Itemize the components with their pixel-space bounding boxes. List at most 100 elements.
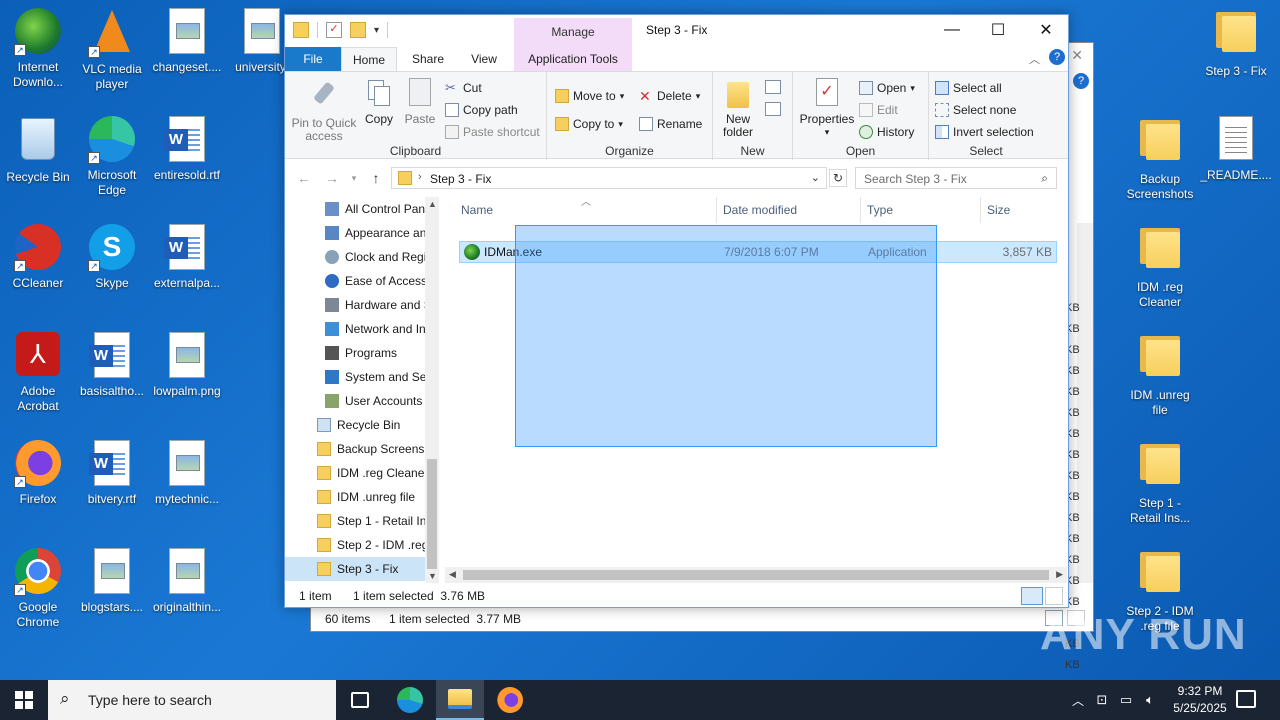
desktop-icon-step1[interactable]: Step 1 - Retail Ins...: [1122, 440, 1198, 526]
desktop-icon-changeset[interactable]: changeset....: [149, 8, 225, 75]
copy-path-button[interactable]: Copy path: [445, 100, 518, 120]
notifications-icon[interactable]: [1236, 690, 1256, 708]
manage-tab[interactable]: Manage: [514, 18, 632, 48]
breadcrumb[interactable]: Step 3 - Fix: [430, 172, 491, 186]
nav-item[interactable]: Clock and Region: [285, 245, 425, 269]
desktop-icon-idm[interactable]: ↗ Internet Downlo...: [0, 8, 76, 90]
paste-shortcut-button[interactable]: Paste shortcut: [445, 122, 540, 142]
paste-button[interactable]: Paste: [401, 78, 439, 126]
address-bar[interactable]: › Step 3 - Fix ⌄: [391, 167, 827, 189]
up-arrow-icon[interactable]: ↑: [367, 169, 385, 187]
nav-item[interactable]: System and Security: [285, 365, 425, 389]
properties-button[interactable]: ✓ Properties ▾: [799, 78, 855, 139]
title-bar[interactable]: ✓ ▾ Manage Step 3 - Fix — ☐ ✕: [285, 15, 1068, 48]
column-header-size[interactable]: Size: [981, 197, 1061, 223]
desktop-icon-recycle-bin[interactable]: Recycle Bin: [0, 116, 76, 185]
scroll-thumb[interactable]: [427, 459, 437, 569]
tab-file[interactable]: File: [285, 47, 341, 71]
select-none-button[interactable]: Select none: [935, 100, 1016, 120]
nav-item[interactable]: Programs: [285, 341, 425, 365]
desktop-icon-externalpa[interactable]: W externalpa...: [149, 224, 225, 291]
tab-application-tools[interactable]: Application Tools: [514, 47, 632, 71]
scroll-right-icon[interactable]: ▶: [1056, 569, 1063, 580]
customize-dropdown-icon[interactable]: ▾: [374, 25, 379, 36]
delete-button[interactable]: ✕ Delete ▾: [639, 86, 700, 106]
chevron-down-icon[interactable]: ⌄: [811, 171, 820, 184]
history-button[interactable]: History: [859, 122, 914, 142]
wired-network-icon[interactable]: ▭: [1114, 692, 1138, 708]
scroll-left-icon[interactable]: ◀: [449, 569, 456, 580]
move-to-button[interactable]: Move to ▾: [555, 86, 624, 106]
desktop-icon-step3[interactable]: Step 3 - Fix: [1198, 8, 1274, 79]
desktop-icon-firefox[interactable]: ↗ Firefox: [0, 440, 76, 507]
tab-home[interactable]: Home: [341, 47, 397, 71]
desktop-icon-backup-screenshots[interactable]: Backup Screenshots: [1122, 116, 1198, 202]
vertical-scrollbar[interactable]: [1077, 223, 1093, 583]
tab-view[interactable]: View: [457, 47, 511, 71]
nav-item[interactable]: Recycle Bin: [285, 413, 425, 437]
nav-item[interactable]: All Control Panel Items: [285, 197, 425, 221]
new-item-icon[interactable]: [765, 80, 781, 94]
maximize-button[interactable]: ☐: [975, 15, 1021, 45]
nav-item[interactable]: Step 1 - Retail Installer: [285, 509, 425, 533]
pin-to-quick-access-button[interactable]: Pin to Quick access: [289, 78, 359, 143]
help-icon[interactable]: ?: [1073, 73, 1089, 89]
horizontal-scrollbar[interactable]: ◀ ▶: [445, 567, 1067, 583]
nav-item-selected[interactable]: Step 3 - Fix: [285, 557, 425, 581]
scroll-down-icon[interactable]: ▼: [428, 571, 437, 581]
tiles-view-icon[interactable]: [1045, 587, 1063, 605]
taskbar-firefox-button[interactable]: [486, 680, 534, 720]
desktop-icon-ccleaner[interactable]: ↗ CCleaner: [0, 224, 76, 291]
desktop-icon-readme[interactable]: _README....: [1198, 116, 1274, 183]
nav-item[interactable]: Appearance and Personalization: [285, 221, 425, 245]
easy-access-icon[interactable]: [765, 102, 781, 116]
recent-locations-icon[interactable]: ▾: [345, 169, 363, 187]
scroll-up-icon[interactable]: ▲: [428, 199, 437, 209]
desktop-icon-vlc[interactable]: ↗ VLC media player: [74, 8, 150, 92]
desktop-icon-entiresold[interactable]: W entiresold.rtf: [149, 116, 225, 183]
desktop-icon-originalthin[interactable]: originalthin...: [149, 548, 225, 615]
cut-button[interactable]: ✂ Cut: [445, 78, 482, 98]
taskbar-search-box[interactable]: ⌕ Type here to search: [48, 680, 336, 720]
refresh-icon[interactable]: ↻: [829, 169, 847, 187]
desktop-icon-lowpalm[interactable]: lowpalm.png: [149, 332, 225, 399]
edit-button[interactable]: Edit: [859, 100, 898, 120]
rename-button[interactable]: Rename: [639, 114, 702, 134]
nav-item[interactable]: IDM .unreg file: [285, 485, 425, 509]
taskbar-edge-button[interactable]: [386, 680, 434, 720]
desktop-icon-skype[interactable]: S ↗ Skype: [74, 224, 150, 291]
desktop-icon-mytechnic[interactable]: mytechnic...: [149, 440, 225, 507]
desktop-icon-acrobat[interactable]: ⅄ Adobe Acrobat: [0, 332, 76, 414]
collapse-ribbon-icon[interactable]: ︿: [1029, 51, 1040, 67]
desktop-icon-idm-reg-cleaner[interactable]: IDM .reg Cleaner: [1122, 224, 1198, 310]
explorer-window[interactable]: ✓ ▾ Manage Step 3 - Fix — ☐ ✕ File Home …: [284, 14, 1069, 608]
invert-selection-button[interactable]: Invert selection: [935, 122, 1034, 142]
taskbar-clock[interactable]: 9:32 PM 5/25/2025: [1160, 683, 1240, 717]
navigation-pane[interactable]: All Control Panel Items Appearance and P…: [285, 197, 439, 583]
properties-icon[interactable]: ✓: [326, 22, 342, 38]
chevron-up-icon[interactable]: ︿: [1066, 692, 1090, 709]
column-header-name[interactable]: Name: [455, 197, 717, 223]
nav-scrollbar[interactable]: ▲ ▼: [425, 197, 439, 583]
nav-item[interactable]: Network and Internet: [285, 317, 425, 341]
column-header-date[interactable]: Date modified: [717, 197, 861, 223]
desktop-icon-bitvery[interactable]: W bitvery.rtf: [74, 440, 150, 507]
volume-icon[interactable]: 🔈︎: [1138, 692, 1162, 708]
taskbar-explorer-button[interactable]: [436, 680, 484, 720]
back-arrow-icon[interactable]: ←: [295, 169, 313, 187]
minimize-button[interactable]: —: [929, 15, 975, 45]
start-button[interactable]: [0, 680, 48, 720]
desktop-icon-basisaltho[interactable]: W basisaltho...: [74, 332, 150, 399]
desktop-icon-chrome[interactable]: ↗ Google Chrome: [0, 548, 76, 630]
details-view-icon[interactable]: [1021, 587, 1043, 605]
close-icon[interactable]: ✕: [1071, 47, 1083, 64]
nav-item[interactable]: User Accounts: [285, 389, 425, 413]
task-view-button[interactable]: [336, 680, 384, 720]
desktop-icon-blogstars[interactable]: blogstars....: [74, 548, 150, 615]
nav-item[interactable]: Backup Screenshots: [285, 437, 425, 461]
nav-item[interactable]: Step 2 - IDM .reg file: [285, 533, 425, 557]
scroll-thumb[interactable]: [463, 570, 1049, 580]
desktop-icon-idm-unreg[interactable]: IDM .unreg file: [1122, 332, 1198, 418]
network-status-icon[interactable]: ⊡: [1090, 692, 1114, 708]
open-button[interactable]: Open ▾: [859, 78, 915, 98]
